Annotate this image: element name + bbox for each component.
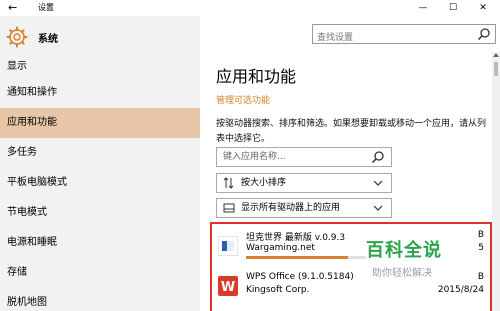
close-button[interactable]: ✕ xyxy=(468,0,498,16)
scroll-up-icon[interactable] xyxy=(493,52,499,58)
search-icon[interactable] xyxy=(477,27,491,41)
maximize-button[interactable]: ☐ xyxy=(438,0,468,16)
title-bar: ← 设置 — ☐ ✕ xyxy=(0,0,500,16)
app-date: 5 xyxy=(478,243,484,253)
watermark-subtitle: 助你轻松解决 xyxy=(372,268,432,279)
minimize-button[interactable]: — xyxy=(408,0,438,16)
wot-icon xyxy=(218,236,238,256)
chevron-down-icon[interactable] xyxy=(371,176,385,190)
app-search-placeholder: 键入应用名称... xyxy=(223,152,286,162)
app-progress-fill xyxy=(246,256,348,259)
scrollbar-thumb[interactable] xyxy=(494,62,498,76)
scrollbar[interactable] xyxy=(492,52,500,311)
page-description: 按驱动器搜索、排序和筛选。如果想要卸载或移动一个应用，请从列表中选择它。 xyxy=(216,119,487,144)
app-publisher: Kingsoft Corp. xyxy=(246,285,310,295)
sort-value: 按大小排序 xyxy=(241,178,287,188)
app-publisher: Wargaming.net xyxy=(246,243,315,253)
watermark-title: 百科全说 xyxy=(366,240,442,261)
sidebar-header: 系统 xyxy=(0,24,200,52)
wps-icon: W xyxy=(218,276,238,296)
sidebar-header-label: 系统 xyxy=(38,34,58,45)
sidebar-item-multitasking[interactable]: 多任务 xyxy=(0,138,200,168)
back-arrow-icon[interactable]: ← xyxy=(8,0,17,16)
drive-filter-dropdown[interactable]: 显示所有驱动器上的应用 xyxy=(216,198,392,218)
search-icon[interactable] xyxy=(371,150,385,164)
app-search-field[interactable]: 键入应用名称... xyxy=(216,147,392,167)
sidebar-item-storage[interactable]: 存储 xyxy=(0,258,200,288)
sidebar-item-apps[interactable]: 应用和功能 xyxy=(0,108,200,138)
manage-optional-features-link[interactable]: 管理可选功能 xyxy=(216,93,270,106)
svg-text:W: W xyxy=(221,280,235,295)
app-name: WPS Office (9.1.0.5184) xyxy=(246,272,354,282)
sidebar-item-notifications[interactable]: 通知和操作 xyxy=(0,78,200,108)
sidebar-item-power-sleep[interactable]: 电源和睡眠 xyxy=(0,228,200,258)
sidebar: 系统 显示 通知和操作 应用和功能 多任务 平板电脑模式 节电模式 电源和睡眠 … xyxy=(0,16,200,311)
drive-icon xyxy=(223,203,235,213)
search-input[interactable] xyxy=(313,29,463,47)
page-title: 应用和功能 xyxy=(216,67,297,86)
app-size: B xyxy=(477,272,484,282)
sidebar-item-battery-saver[interactable]: 节电模式 xyxy=(0,198,200,228)
app-size: B xyxy=(477,230,484,240)
chevron-down-icon[interactable] xyxy=(371,201,385,215)
watermark: 百科全说 助你轻松解决 xyxy=(366,236,466,286)
sidebar-item-offline-maps[interactable]: 脱机地图 xyxy=(0,288,200,311)
app-date: 2015/8/24 xyxy=(437,285,484,295)
app-name: 坦克世界 最新版 v.0.9.3 xyxy=(246,233,346,243)
settings-search-box[interactable] xyxy=(312,24,496,47)
sort-icon xyxy=(223,177,234,189)
app-progress-bar xyxy=(246,256,366,259)
gear-icon xyxy=(6,26,28,48)
sidebar-item-tablet-mode[interactable]: 平板电脑模式 xyxy=(0,168,200,198)
drive-filter-value: 显示所有驱动器上的应用 xyxy=(241,203,341,213)
window-title: 设置 xyxy=(38,3,54,12)
sort-dropdown[interactable]: 按大小排序 xyxy=(216,173,392,193)
